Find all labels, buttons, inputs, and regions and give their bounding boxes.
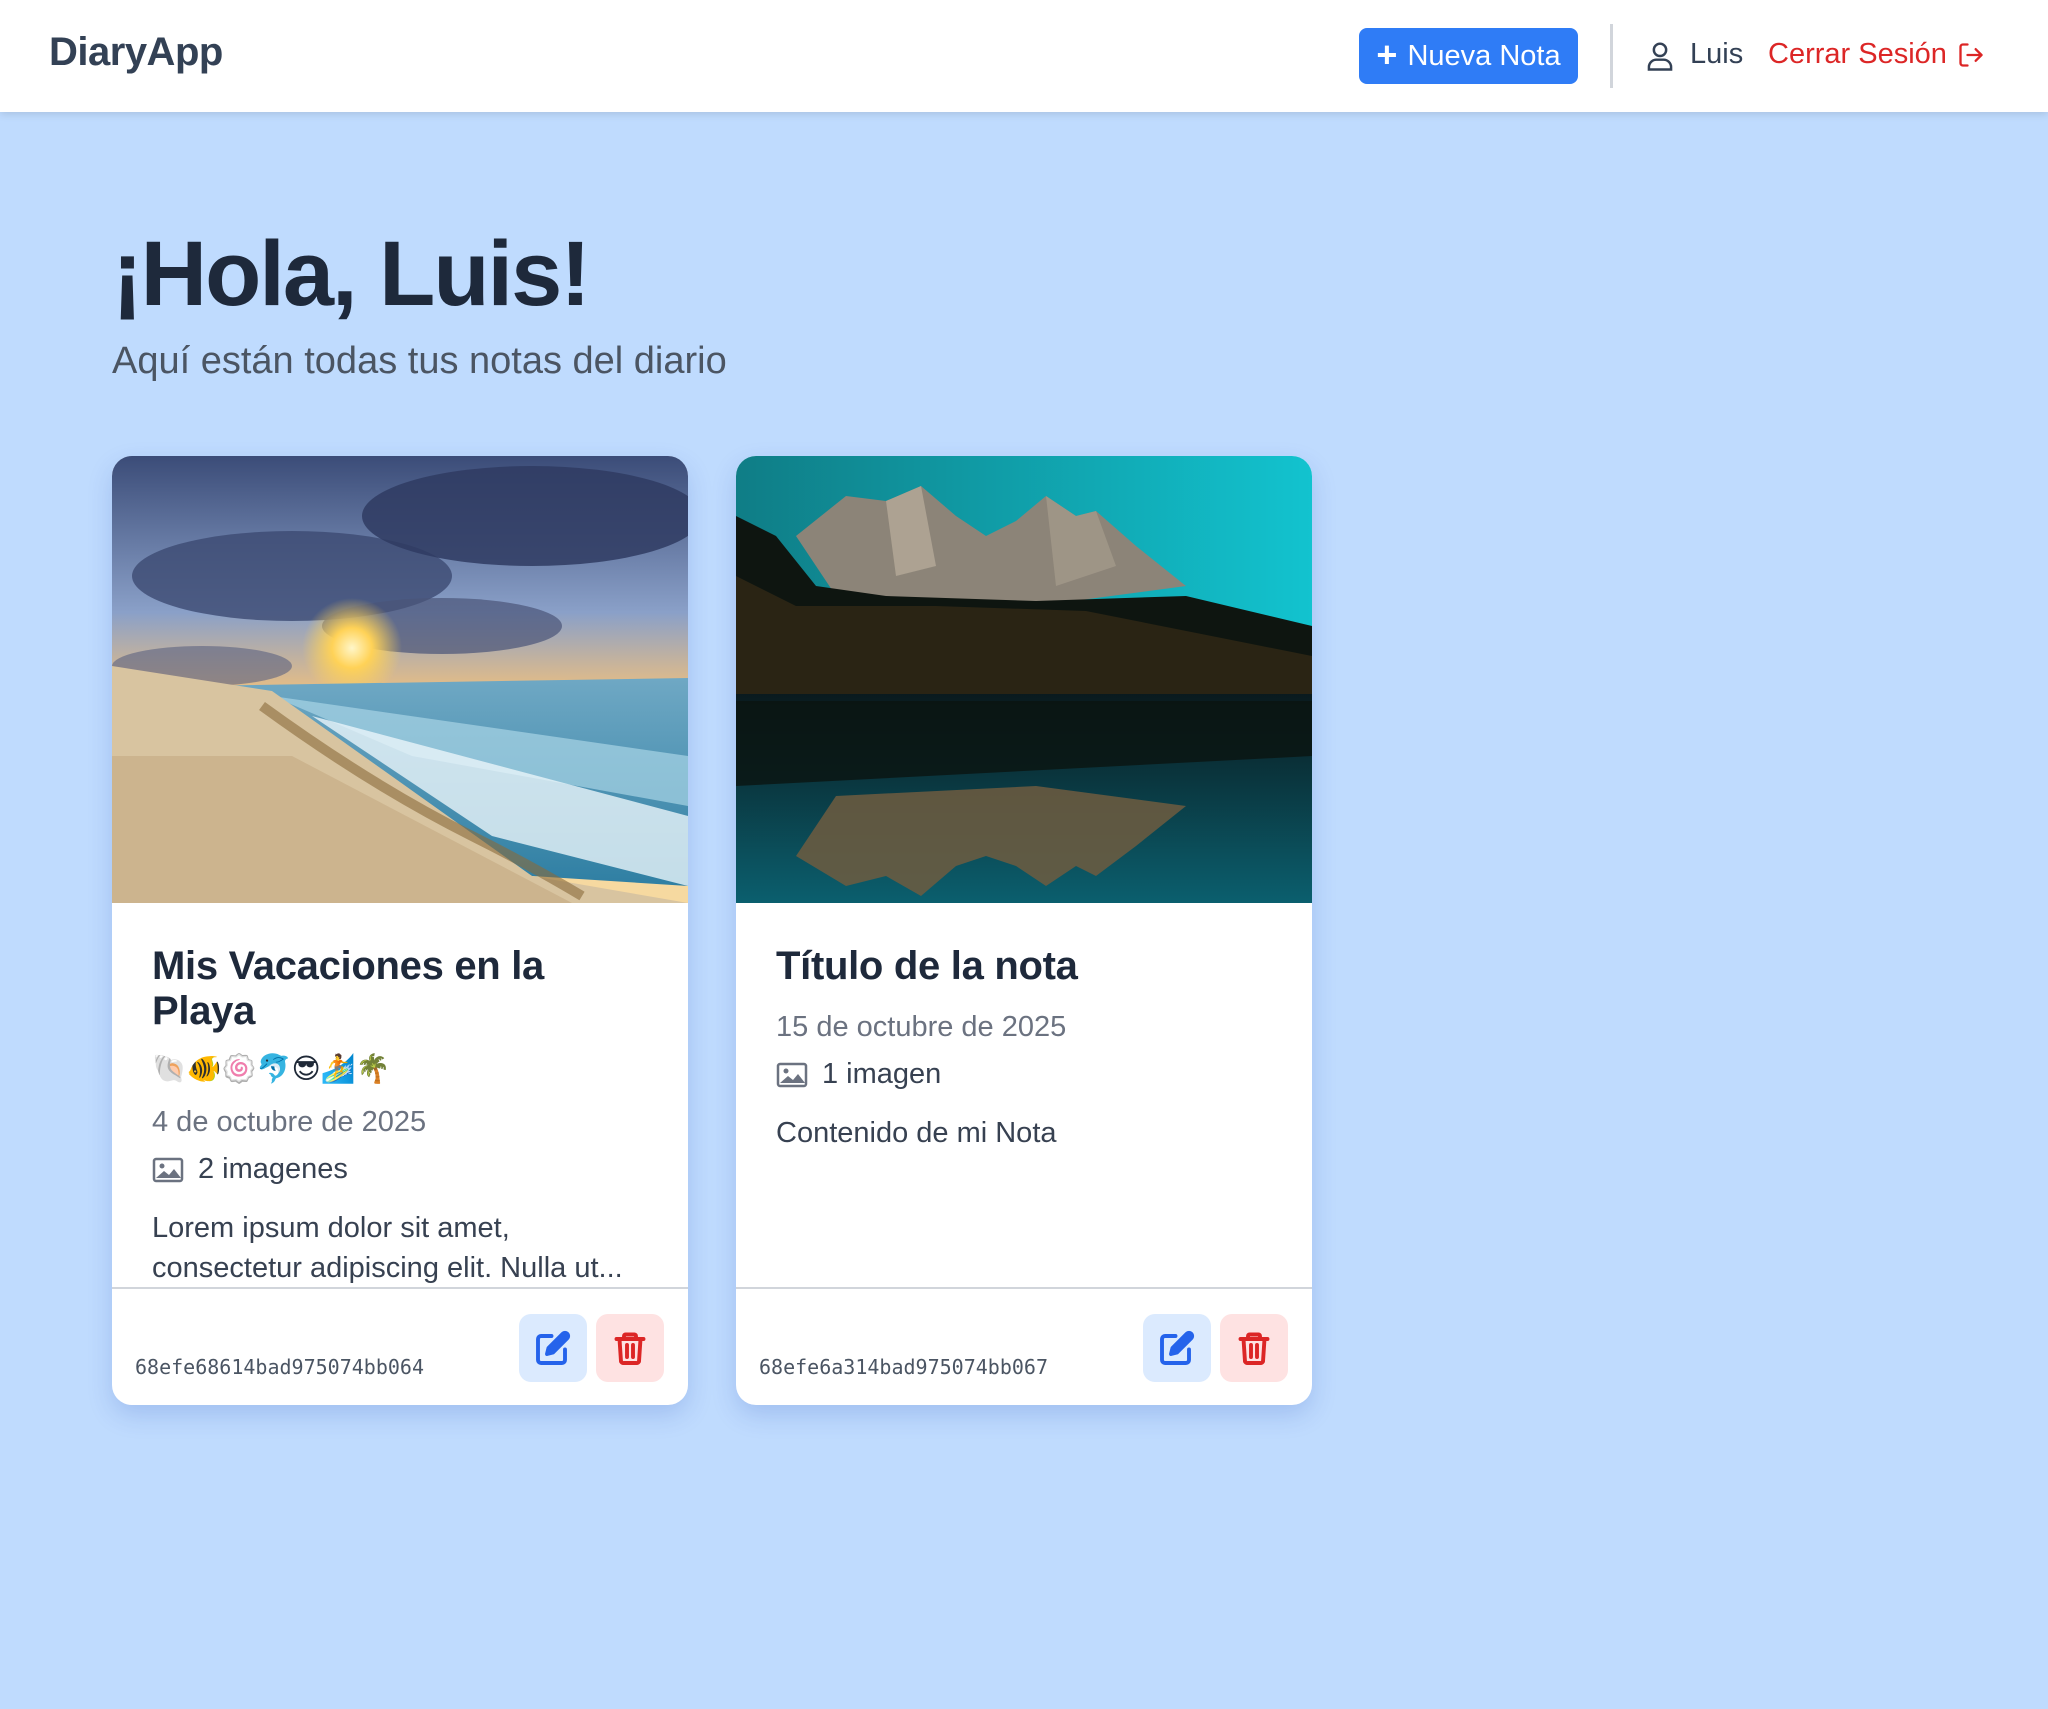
note-cover-image (112, 456, 688, 903)
note-image-count-label: 2 imagenes (198, 1153, 348, 1185)
edit-icon (536, 1330, 571, 1365)
note-emojis: 🐚🐠🍥🐬😎🏄🌴 (152, 1053, 391, 1084)
edit-note-button[interactable] (1143, 1314, 1211, 1382)
note-excerpt: Lorem ipsum dolor sit amet, consectetur … (152, 1212, 623, 1284)
note-id: 68efe68614bad975074bb064 (135, 1355, 424, 1379)
note-card[interactable]: Mis Vacaciones en la Playa 🐚🐠🍥🐬😎🏄🌴 4 de … (112, 456, 688, 1405)
note-date: 15 de octubre de 2025 (776, 1011, 1067, 1043)
note-card-footer: 68efe6a314bad975074bb067 (736, 1287, 1312, 1405)
note-date: 4 de octubre de 2025 (152, 1106, 427, 1138)
note-cover-image (736, 456, 1312, 903)
logout-button[interactable]: Cerrar Sesión (1768, 38, 1985, 71)
note-image-count: 2 imagenes (152, 1153, 648, 1186)
logout-icon (1959, 42, 1983, 67)
page-title: ¡Hola, Luis! (112, 223, 591, 325)
page-subtitle: Aquí están todas tus notas del diario (112, 340, 727, 382)
delete-note-button[interactable] (596, 1314, 664, 1382)
delete-note-button[interactable] (1220, 1314, 1288, 1382)
note-card-footer: 68efe68614bad975074bb064 (112, 1287, 688, 1405)
note-title: Mis Vacaciones en la Playa (152, 944, 544, 1033)
note-id: 68efe6a314bad975074bb067 (759, 1355, 1048, 1379)
nav-divider (1610, 24, 1613, 88)
new-note-button[interactable]: + Nueva Nota (1359, 28, 1578, 84)
logout-label: Cerrar Sesión (1768, 38, 1947, 70)
note-title: Título de la nota (776, 944, 1078, 988)
top-navbar: DiaryApp + Nueva Nota Luis Cerrar Sesión (0, 0, 2048, 112)
plus-icon: + (1376, 33, 1398, 75)
trash-icon (1238, 1332, 1270, 1365)
new-note-label: Nueva Nota (1407, 39, 1561, 72)
edit-icon (1160, 1330, 1195, 1365)
note-card-body: Mis Vacaciones en la Playa 🐚🐠🍥🐬😎🏄🌴 4 de … (152, 944, 648, 1288)
user-icon (1647, 42, 1673, 71)
image-icon (152, 1157, 184, 1182)
note-excerpt: Contenido de mi Nota (776, 1117, 1057, 1149)
note-image-count-label: 1 imagen (822, 1058, 942, 1090)
app-logo[interactable]: DiaryApp (49, 30, 223, 75)
trash-icon (614, 1332, 646, 1365)
note-image-count: 1 imagen (776, 1058, 1272, 1091)
note-card[interactable]: Título de la nota 15 de octubre de 2025 … (736, 456, 1312, 1405)
note-card-body: Título de la nota 15 de octubre de 2025 … (776, 944, 1272, 1153)
user-name: Luis (1690, 38, 1744, 70)
image-icon (776, 1062, 808, 1087)
edit-note-button[interactable] (519, 1314, 587, 1382)
